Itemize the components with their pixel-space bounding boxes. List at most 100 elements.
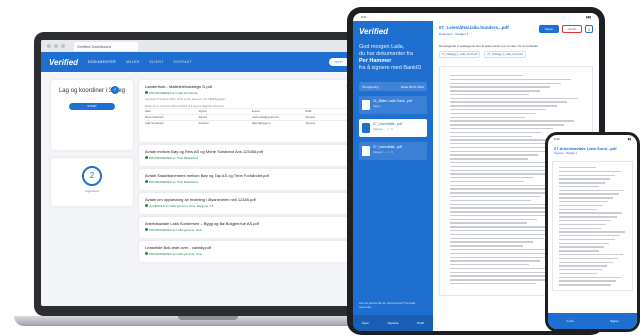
document-status: PROSESSERES av Trine Bekkeland (145, 180, 359, 184)
text-line (450, 105, 557, 107)
text-line (559, 261, 613, 263)
text-line (450, 264, 530, 266)
filter-select[interactable]: Till signering Dette 30.07.2021 (359, 82, 427, 91)
nav-contact[interactable]: KONTAKT (174, 60, 192, 64)
text-line (559, 250, 599, 252)
sidebar-document[interactable]: 01_Bilder Laila Sund...pdf Signer (359, 96, 427, 114)
document-subtitle[interactable]: Signerer · Rediger ▾ (554, 152, 631, 155)
text-line (559, 208, 598, 210)
document-status: PROSESSERES av Laila Sundersen (145, 91, 359, 95)
text-line (559, 280, 616, 282)
text-line (450, 75, 523, 77)
text-line (559, 204, 603, 207)
text-line (450, 180, 524, 183)
start-button[interactable]: START (69, 103, 115, 110)
text-line (559, 223, 606, 226)
text-line (450, 218, 538, 221)
phone: 9:41 ▮▮ 07 Arbeidsavtale Laila Sund...pd… (545, 132, 640, 332)
text-line (450, 78, 572, 81)
nav-client[interactable]: KLIENT (150, 60, 164, 64)
sign-button[interactable]: Signer (610, 319, 619, 323)
attachment-chip[interactable]: 07_Vedlegg_1_Laila_Sund.pdf (439, 51, 481, 58)
sidebar-document-active[interactable]: 07_Leiemåttal...pdf Signerer: → 1 · 5 (359, 119, 427, 137)
text-line (450, 86, 551, 88)
document-card[interactable]: Leasetide Bok-lede-over - varlaity.pdf P… (139, 241, 365, 262)
text-line (450, 275, 557, 277)
verified-logo[interactable]: Verified (49, 58, 78, 67)
text-line (450, 93, 530, 96)
battery-icon: ▮▮ (627, 137, 631, 141)
document-title[interactable]: Arbeidsavtale Laila Sundersen – Bygg og … (145, 221, 359, 226)
nav-profile[interactable]: Profil (417, 321, 424, 325)
text-line (450, 135, 532, 137)
text-line (559, 185, 600, 188)
text-line (450, 150, 549, 153)
reject-button[interactable]: Avslå (566, 319, 573, 323)
text-line (559, 174, 616, 176)
attachment-list: 07_Vedlegg_1_Laila_Sund.pdf 07_Vedlegg_2… (439, 51, 593, 58)
nav-templates[interactable]: MALER (126, 60, 140, 64)
document-status: PROSESSERES av Laila gammel, Dine (145, 252, 359, 256)
text-line (559, 197, 614, 199)
document-title[interactable]: Lønderfrukt - Mølleleiebakstegn D.pdf (145, 84, 359, 89)
signature-counter-card: 2 Signaturer (51, 158, 133, 206)
document-title[interactable]: Avtale mellom Bøy og Reis AS og Morte So… (145, 149, 359, 154)
nav-signed[interactable]: Signerte (387, 321, 398, 325)
document-card[interactable]: Avtale mellom Bøy og Reis AS og Morte So… (139, 145, 365, 166)
verified-logo[interactable]: Verified (359, 27, 427, 36)
reject-button[interactable]: Avslå (562, 25, 582, 33)
text-line (559, 246, 604, 248)
help-text: Har du spørsmål om dokumentet? Kontakt a… (359, 301, 416, 309)
text-line (559, 167, 596, 169)
document-page (552, 161, 633, 291)
download-icon[interactable]: ⤓ (585, 25, 593, 33)
window-maximize-dot[interactable] (61, 44, 65, 48)
text-line (559, 276, 622, 279)
text-line (559, 227, 601, 229)
document-card[interactable]: Avtale Snadrbanement mellom Bøy og Tap A… (139, 169, 365, 190)
signature-count: 2 (82, 166, 102, 186)
document-card[interactable]: Avtale om oppløsning av endeling i Øyane… (139, 193, 365, 214)
document-list: Lønderfrukt - Mølleleiebakstegn D.pdf PR… (139, 80, 365, 265)
document-card[interactable]: Lønderfrukt - Mølleleiebakstegn D.pdf PR… (139, 80, 365, 142)
text-line (450, 260, 540, 262)
text-line (450, 173, 546, 175)
attachment-chip[interactable]: 07_Vedlegg_2_Laila_Sund.pdf (484, 51, 526, 58)
text-line (450, 192, 552, 194)
window-minimize-dot[interactable] (54, 44, 58, 48)
status-dot-icon (145, 252, 148, 255)
window-close-dot[interactable] (47, 44, 51, 48)
tablet-status-bar: 9:41 ▮▮▮ (353, 13, 599, 21)
nav-home[interactable]: Hjem (362, 321, 369, 325)
check-icon: ✓ (111, 86, 119, 94)
text-line (559, 231, 626, 233)
text-line (450, 199, 531, 202)
text-line (559, 170, 621, 173)
text-line (559, 212, 622, 214)
status-dot-icon (145, 91, 148, 94)
sidebar-document[interactable]: 07_Leiemåttal...pdf Signerer: → 1 · 5 (359, 142, 427, 160)
text-line (559, 269, 602, 271)
document-status: PROSESSERES av Laila gammel, Dine (145, 228, 359, 232)
new-button[interactable]: NYTT (329, 58, 349, 66)
sign-button[interactable]: Signer (539, 25, 559, 33)
text-line (450, 109, 547, 111)
document-title[interactable]: Avtale om oppløsning av endeling i Øyane… (145, 197, 359, 202)
text-line (450, 169, 556, 171)
text-line (450, 211, 559, 213)
phone-bottom-bar: Avslå Signer (548, 313, 637, 329)
browser-bar: Verified Dashboard (41, 40, 375, 52)
text-line (450, 120, 575, 122)
tablet-sidebar: Verified God morgen Laila, du har dokume… (353, 21, 433, 331)
text-line (450, 241, 534, 243)
document-actions: Signer Avslå ⤓ (539, 25, 593, 33)
document-title[interactable]: Leasetide Bok-lede-over - varlaity.pdf (145, 245, 359, 250)
document-card[interactable]: Arbeidsavtale Laila Sundersen – Bygg og … (139, 217, 365, 238)
signer-row[interactable]: Laila Sundersen Avventer laila.s@bygg.no Si… (145, 120, 359, 126)
phone-header: 07 Arbeidsavtale Laila Sund...pdf Signer… (548, 143, 637, 158)
text-line (450, 112, 536, 115)
document-status: PROSESSERES av Trine Bekkeland (145, 156, 359, 160)
document-title[interactable]: Avtale Snadrbanement mellom Bøy og Tap A… (145, 173, 359, 178)
browser-tab[interactable]: Verified Dashboard (74, 41, 138, 51)
nav-documents[interactable]: DOKUMENTER (88, 60, 116, 64)
